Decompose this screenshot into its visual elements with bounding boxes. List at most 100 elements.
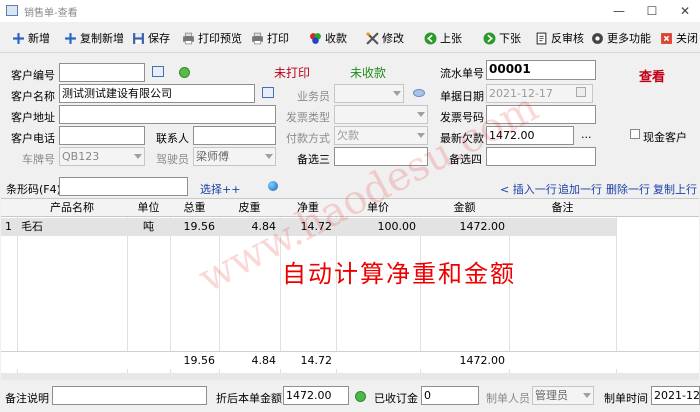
col-amount[interactable]: 金额: [420, 199, 509, 216]
cash-customer-label: 现金客户: [643, 131, 687, 144]
bottom-bar: 备注说明 折后本单金额 1472.00 已收订金 0 制单人员 管理员 制单时间…: [0, 381, 700, 412]
barcode-label: 条形码(F4): [6, 183, 61, 196]
driver-select[interactable]: 梁师傅: [193, 147, 276, 166]
prev-button[interactable]: 上张: [424, 27, 462, 49]
deposit-label: 已收订金: [374, 392, 418, 405]
maker-label: 制单人员: [486, 392, 530, 405]
select-plus-link[interactable]: 选择++: [200, 181, 240, 197]
maximize-icon[interactable]: ☐: [643, 2, 661, 20]
totals-row: 19.56 4.84 14.72 1472.00: [1, 351, 699, 369]
collect-button[interactable]: 收款: [309, 27, 347, 49]
customer-lookup-icon[interactable]: [152, 66, 164, 77]
total-tare: 4.84: [251, 354, 277, 367]
serial-label: 流水单号: [440, 67, 484, 80]
row-number: 1: [5, 220, 12, 233]
customer-add-icon[interactable]: [179, 67, 190, 78]
horizontal-scrollbar[interactable]: [1, 373, 699, 380]
salesman-add-icon[interactable]: [413, 89, 425, 97]
maker-select[interactable]: 管理员: [532, 386, 594, 405]
col-tare[interactable]: 皮重: [219, 199, 280, 216]
cell-amount[interactable]: 1472.00: [420, 218, 507, 235]
invoice-type-label: 发票类型: [286, 111, 330, 124]
contact-field[interactable]: [193, 126, 276, 145]
cell-product-name[interactable]: 毛石: [19, 218, 127, 235]
collect-icon: [310, 32, 321, 44]
serial-field[interactable]: 00001: [486, 60, 596, 80]
phone-label: 客户电话: [11, 132, 55, 145]
total-amount: 1472.00: [459, 354, 506, 367]
next-button[interactable]: 下张: [483, 27, 521, 49]
unaudit-button[interactable]: 反审核: [535, 27, 584, 49]
make-time-field[interactable]: 2021-12-1: [651, 386, 700, 405]
close-icon: [661, 32, 672, 44]
more-functions-button[interactable]: 更多功能: [591, 27, 651, 49]
print-icon: [252, 32, 263, 44]
next-icon: [483, 32, 496, 44]
contact-label: 联系人: [156, 132, 189, 145]
copy-add-icon: [65, 32, 76, 44]
customer-no-field[interactable]: [59, 63, 145, 82]
save-button[interactable]: 保存: [132, 27, 170, 49]
cell-unit[interactable]: 吨: [127, 218, 170, 235]
copy-row-link[interactable]: 复制上行: [653, 181, 697, 197]
total-gross: 19.56: [183, 354, 216, 367]
globe-icon[interactable]: [268, 181, 278, 191]
unaudit-icon: [536, 32, 547, 44]
print-button[interactable]: 打印: [251, 27, 289, 49]
deposit-field[interactable]: 0: [421, 386, 479, 405]
col-unit[interactable]: 单位: [127, 199, 170, 216]
salesman-label: 业务员: [297, 90, 330, 103]
remark-field[interactable]: [52, 386, 207, 405]
prev-icon: [424, 32, 437, 44]
spare4-field[interactable]: [486, 147, 596, 166]
close-button[interactable]: 关闭: [660, 27, 698, 49]
cash-customer-checkbox[interactable]: [630, 129, 640, 139]
make-time-label: 制单时间: [604, 392, 648, 405]
status-dot-icon: [355, 391, 366, 402]
add-button[interactable]: 新增: [12, 27, 50, 49]
app-icon: [6, 5, 18, 16]
close-window-icon[interactable]: ✕: [676, 2, 694, 20]
discount-amount-field[interactable]: 1472.00: [283, 386, 349, 405]
customer-name-label: 客户名称: [11, 90, 55, 103]
annotation-text: 自动计算净重和金额: [282, 260, 516, 288]
append-row-link[interactable]: 追加一行: [558, 181, 602, 197]
invoice-type-select[interactable]: [334, 105, 428, 124]
toolbar: 新增 复制新增 保存 打印预览 打印 收款 修改 上张 下张 反审核 更多功能 …: [0, 27, 700, 49]
plate-select[interactable]: QB123: [59, 147, 145, 166]
col-product-name[interactable]: 产品名称: [17, 199, 127, 216]
discount-amount-label: 折后本单金额: [216, 392, 282, 405]
copy-add-button[interactable]: 复制新增: [64, 27, 124, 49]
calendar-icon[interactable]: [576, 87, 586, 97]
col-gross[interactable]: 总重: [170, 199, 219, 216]
save-icon: [133, 32, 144, 44]
address-field[interactable]: [59, 105, 276, 124]
salesman-select[interactable]: [334, 84, 404, 103]
collect-status: 未收款: [350, 66, 387, 80]
edit-icon: [366, 31, 379, 45]
col-note[interactable]: 备注: [509, 199, 616, 216]
print-preview-button[interactable]: 打印预览: [182, 27, 242, 49]
window-title: 销售单-查看: [24, 8, 78, 19]
add-icon: [13, 32, 24, 44]
cell-gross[interactable]: 19.56: [170, 218, 217, 235]
minimize-icon[interactable]: —: [610, 2, 628, 20]
edit-button[interactable]: 修改: [366, 27, 404, 49]
insert-row-link[interactable]: < 插入一行: [500, 181, 557, 197]
cell-note[interactable]: [509, 218, 616, 235]
debt-more-button[interactable]: ...: [581, 128, 592, 141]
delete-row-link[interactable]: 删除一行: [606, 181, 650, 197]
customer-no-label: 客户编号: [11, 69, 55, 82]
barcode-field[interactable]: [59, 177, 188, 196]
driver-label: 驾驶员: [156, 153, 189, 166]
phone-field[interactable]: [59, 126, 145, 145]
remark-label: 备注说明: [5, 392, 49, 405]
address-label: 客户地址: [11, 111, 55, 124]
toolbar-separator: [0, 52, 700, 53]
customer-name-field[interactable]: 测试测试建设有限公司: [59, 84, 255, 103]
more-icon: [592, 32, 603, 44]
title-bar: 销售单-查看 — ☐ ✕: [0, 0, 700, 22]
name-lookup-icon[interactable]: [262, 87, 274, 98]
print-preview-icon: [183, 32, 194, 44]
view-mark: 查看: [639, 70, 666, 85]
